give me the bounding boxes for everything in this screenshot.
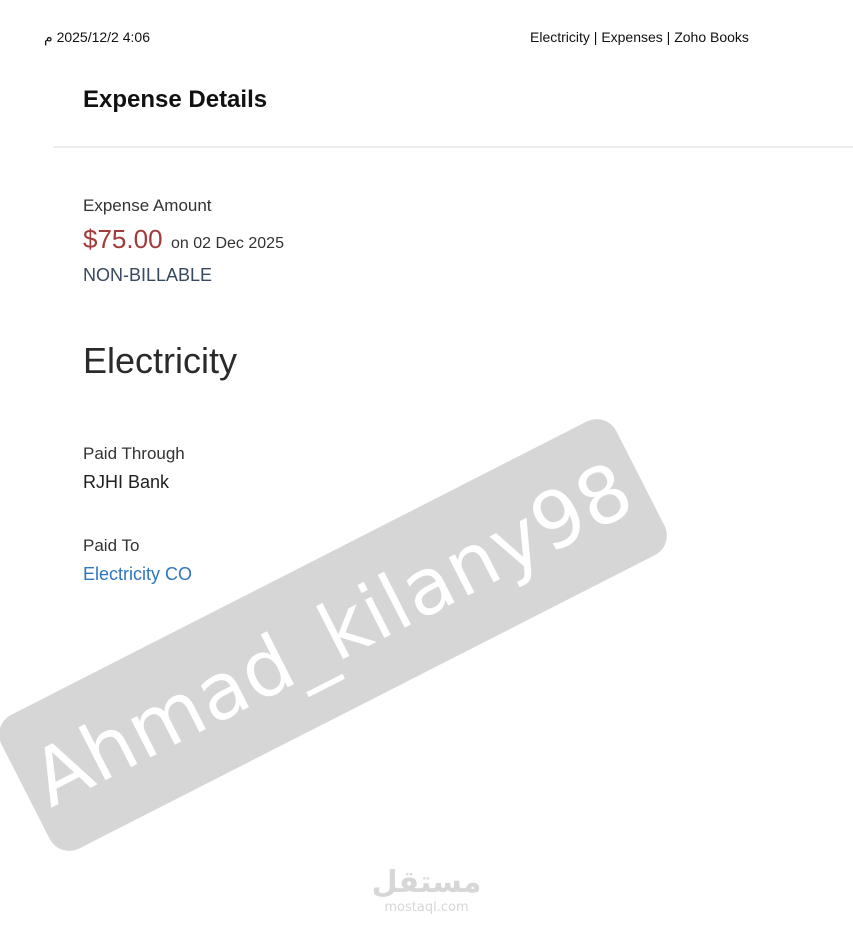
print-page-title: Electricity | Expenses | Zoho Books — [530, 29, 749, 45]
print-header: 4:06 2025/12/2 م Electricity | Expenses … — [0, 29, 853, 47]
expense-date: on 02 Dec 2025 — [170, 235, 284, 252]
mostaql-logo-arabic: مستقل — [371, 865, 482, 900]
print-datetime: 4:06 2025/12/2 م — [44, 29, 150, 45]
paid-through-label: Paid Through — [83, 444, 185, 463]
watermark-text: Ahmad_kilany98 — [18, 445, 648, 825]
expense-amount-label: Expense Amount — [83, 196, 212, 215]
expense-category: Electricity — [83, 340, 238, 381]
header-divider — [53, 146, 853, 148]
paid-to-label: Paid To — [83, 536, 140, 555]
billable-status: NON-BILLABLE — [83, 265, 213, 285]
page-title: Expense Details — [83, 86, 268, 113]
paid-through-value: RJHI Bank — [83, 472, 170, 492]
expense-amount-row: $75.00 on 02 Dec 2025 — [83, 224, 284, 255]
mostaql-logo-url: mostaql.com — [384, 900, 469, 915]
expense-amount: $75.00 — [83, 224, 163, 254]
mostaql-logo: مستقل mostaql.com — [0, 866, 853, 916]
paid-to-link[interactable]: Electricity CO — [83, 564, 192, 585]
